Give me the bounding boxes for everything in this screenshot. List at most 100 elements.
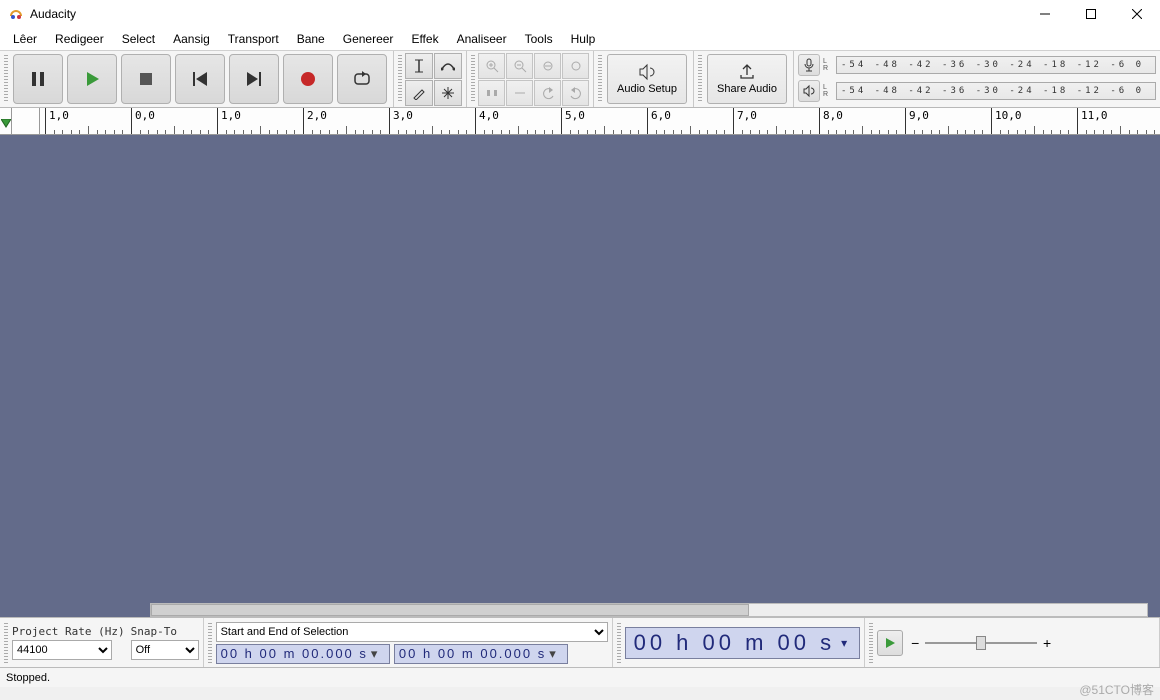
- audio-position-field[interactable]: 00 h 00 m 00 s▾: [625, 627, 861, 659]
- record-button[interactable]: [283, 54, 333, 104]
- dropdown-icon[interactable]: ▾: [549, 646, 563, 662]
- meter-lr-label: L R: [823, 84, 833, 98]
- minus-icon: −: [911, 635, 919, 651]
- draw-tool[interactable]: [405, 80, 433, 106]
- silence-button[interactable]: [506, 80, 533, 106]
- ruler-body[interactable]: 1,00,01,02,03,04,05,06,07,08,09,010,011,…: [40, 108, 1160, 135]
- grip-icon[interactable]: [598, 55, 602, 103]
- ruler-tick: 9,0: [905, 108, 906, 135]
- selection-toolbar: Project Rate (Hz) 44100 Snap-To Off Star…: [0, 617, 1160, 667]
- undo-button[interactable]: [534, 80, 561, 106]
- project-rate-group: Project Rate (Hz) 44100 Snap-To Off: [0, 618, 204, 667]
- grip-icon[interactable]: [471, 55, 475, 103]
- snap-to-select[interactable]: Off: [131, 640, 199, 660]
- grip-icon[interactable]: [4, 623, 8, 663]
- menu-tracks[interactable]: Bane: [288, 29, 334, 49]
- menu-file[interactable]: Lêer: [4, 29, 46, 49]
- trim-button[interactable]: [478, 80, 505, 106]
- ruler-tick: 5,0: [561, 108, 562, 135]
- menu-help[interactable]: Hulp: [562, 29, 605, 49]
- audio-setup-label: Audio Setup: [617, 83, 677, 95]
- play-at-speed-button[interactable]: [877, 630, 903, 656]
- ruler-tick: 2,0: [303, 108, 304, 135]
- selection-mode-select[interactable]: Start and End of Selection: [216, 622, 608, 642]
- ruler-tick: 1,0: [45, 108, 46, 135]
- meters-toolbar: L R -54 -48 -42 -36 -30 -24 -18 -12 -6 0…: [794, 51, 1160, 107]
- ruler-tick: 0,0: [131, 108, 132, 135]
- playback-meter-track[interactable]: -54 -48 -42 -36 -30 -24 -18 -12 -6 0: [836, 82, 1156, 100]
- track-area[interactable]: [0, 135, 1160, 617]
- multi-tool[interactable]: [434, 80, 462, 106]
- share-audio-button[interactable]: Share Audio: [707, 54, 787, 104]
- dropdown-icon[interactable]: ▾: [371, 646, 385, 662]
- share-audio-label: Share Audio: [717, 83, 777, 95]
- transport-toolbar: [0, 51, 394, 107]
- plus-icon: +: [1043, 635, 1051, 651]
- snap-to-label: Snap-To: [131, 625, 199, 638]
- speaker-small-icon[interactable]: [798, 80, 820, 102]
- menu-select[interactable]: Select: [113, 29, 164, 49]
- menu-transport[interactable]: Transport: [219, 29, 288, 49]
- redo-button[interactable]: [562, 80, 589, 106]
- horizontal-scrollbar[interactable]: [150, 603, 1148, 617]
- playback-meter[interactable]: L R -54 -48 -42 -36 -30 -24 -18 -12 -6 0: [798, 79, 1156, 103]
- ruler-tick: 3,0: [389, 108, 390, 135]
- ruler-tick: 7,0: [733, 108, 734, 135]
- ruler-tick: 11,0: [1077, 108, 1078, 135]
- pause-button[interactable]: [13, 54, 63, 104]
- title-bar: Audacity: [0, 0, 1160, 28]
- menu-analyze[interactable]: Analiseer: [448, 29, 516, 49]
- grip-icon[interactable]: [208, 623, 212, 663]
- ruler-tick: 1,0: [217, 108, 218, 135]
- timeline-ruler[interactable]: 1,00,01,02,03,04,05,06,07,08,09,010,011,…: [0, 108, 1160, 135]
- status-text: Stopped.: [6, 672, 50, 684]
- share-audio-group: Share Audio: [694, 51, 794, 107]
- menu-view[interactable]: Aansig: [164, 29, 219, 49]
- watermark: @51CTO博客: [1079, 681, 1154, 698]
- time-display-group: 00 h 00 m 00 s▾: [613, 618, 866, 667]
- skip-end-button[interactable]: [229, 54, 279, 104]
- fit-selection-button[interactable]: [534, 53, 561, 79]
- ruler-tick: 6,0: [647, 108, 648, 135]
- stop-button[interactable]: [121, 54, 171, 104]
- menu-generate[interactable]: Genereer: [334, 29, 403, 49]
- selection-start-field[interactable]: 00 h 00 m 00.000 s▾: [216, 644, 390, 664]
- menu-tools[interactable]: Tools: [516, 29, 562, 49]
- envelope-tool[interactable]: [434, 53, 462, 79]
- edit-toolbar: [467, 51, 594, 107]
- window-controls: [1022, 0, 1160, 28]
- selection-tool[interactable]: [405, 53, 433, 79]
- audio-setup-button[interactable]: Audio Setup: [607, 54, 687, 104]
- selection-group: Start and End of Selection 00 h 00 m 00.…: [204, 618, 613, 667]
- menu-bar: Lêer Redigeer Select Aansig Transport Ba…: [0, 28, 1160, 51]
- microphone-icon[interactable]: [798, 54, 820, 76]
- main-toolbar: Audio Setup Share Audio L R -54 -48 -42 …: [0, 51, 1160, 108]
- minimize-button[interactable]: [1022, 0, 1068, 28]
- skip-start-button[interactable]: [175, 54, 225, 104]
- quick-play-head[interactable]: [12, 108, 40, 135]
- grip-icon[interactable]: [869, 623, 873, 663]
- maximize-button[interactable]: [1068, 0, 1114, 28]
- grip-icon[interactable]: [698, 55, 702, 103]
- loop-button[interactable]: [337, 54, 387, 104]
- dropdown-icon[interactable]: ▾: [841, 636, 851, 650]
- playback-speed-slider[interactable]: − +: [911, 630, 1051, 656]
- ruler-options-button[interactable]: [0, 108, 12, 135]
- zoom-in-button[interactable]: [478, 53, 505, 79]
- fit-project-button[interactable]: [562, 53, 589, 79]
- zoom-out-button[interactable]: [506, 53, 533, 79]
- grip-icon[interactable]: [4, 55, 8, 103]
- grip-icon[interactable]: [398, 55, 402, 103]
- recording-meter[interactable]: L R -54 -48 -42 -36 -30 -24 -18 -12 -6 0: [798, 53, 1156, 77]
- status-bar: Stopped.: [0, 667, 1160, 687]
- scrollbar-thumb[interactable]: [151, 604, 749, 616]
- recording-meter-track[interactable]: -54 -48 -42 -36 -30 -24 -18 -12 -6 0: [836, 56, 1156, 74]
- close-button[interactable]: [1114, 0, 1160, 28]
- menu-effect[interactable]: Effek: [402, 29, 447, 49]
- grip-icon[interactable]: [617, 623, 621, 663]
- play-button[interactable]: [67, 54, 117, 104]
- slider-thumb[interactable]: [976, 636, 986, 650]
- project-rate-select[interactable]: 44100: [12, 640, 112, 660]
- selection-end-field[interactable]: 00 h 00 m 00.000 s▾: [394, 644, 568, 664]
- menu-edit[interactable]: Redigeer: [46, 29, 113, 49]
